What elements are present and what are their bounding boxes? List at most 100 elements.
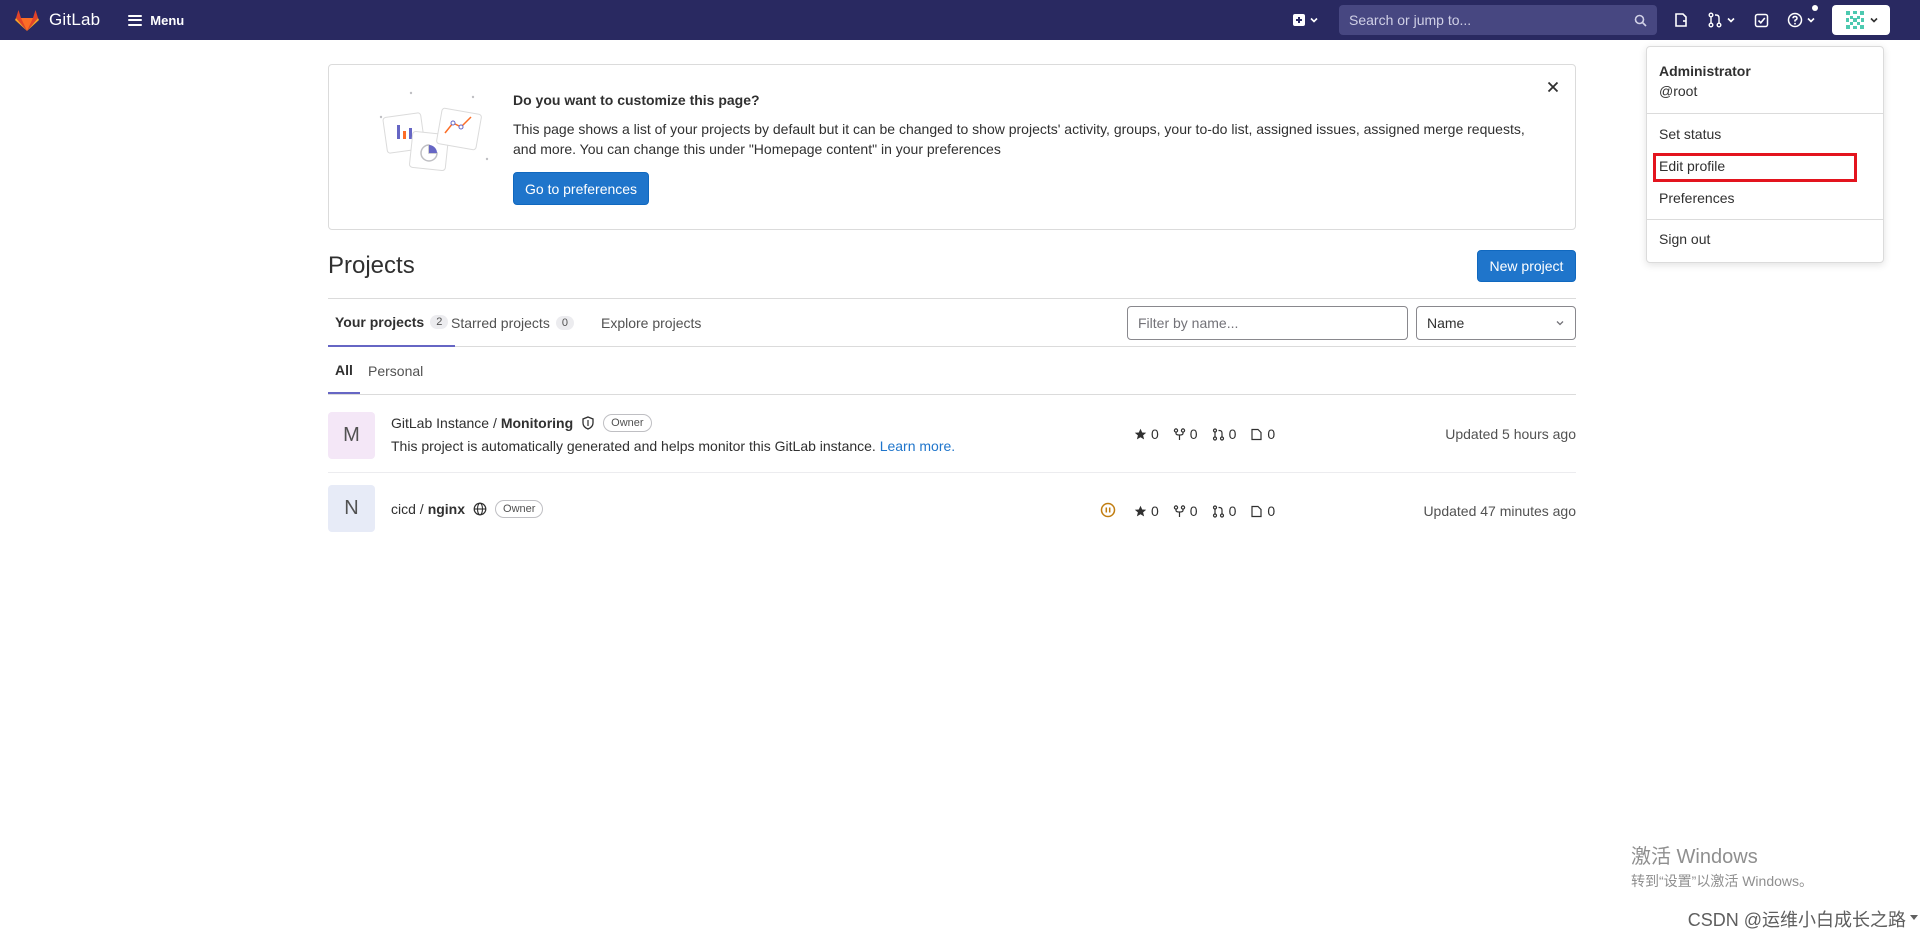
- project-title: GitLab Instance / Monitoring Owner: [391, 412, 652, 434]
- preferences-item[interactable]: Preferences: [1659, 190, 1734, 206]
- user-username: @root: [1659, 83, 1698, 99]
- project-name[interactable]: Monitoring: [501, 415, 573, 431]
- close-icon[interactable]: [1545, 79, 1561, 95]
- forks-count: 0: [1189, 503, 1198, 519]
- todos-button[interactable]: [1750, 6, 1773, 34]
- top-navbar: GitLab Menu: [0, 0, 1920, 40]
- forks-stat[interactable]: 0: [1173, 503, 1198, 519]
- project-title: cicd / nginx Owner: [391, 498, 544, 520]
- user-display-name[interactable]: Administrator: [1659, 63, 1751, 79]
- fork-icon: [1173, 504, 1185, 517]
- count-badge: 0: [555, 316, 574, 330]
- merge-requests-stat[interactable]: 0: [1212, 426, 1236, 442]
- divider: [1647, 113, 1883, 114]
- customize-illustration-icon: [379, 91, 489, 171]
- shield-icon: [581, 416, 595, 430]
- chevron-down-icon: [1807, 17, 1815, 23]
- todo-check-icon: [1754, 13, 1769, 27]
- activate-subtitle: 转到“设置”以激活 Windows。: [1631, 873, 1814, 889]
- user-menu-button[interactable]: [1832, 5, 1890, 35]
- search-input[interactable]: [1349, 12, 1609, 28]
- tab-explore-projects[interactable]: Explore projects: [601, 299, 701, 347]
- tab-label: Your projects: [335, 314, 425, 330]
- brand-name: GitLab: [49, 10, 101, 29]
- windows-activation-watermark: 激活 Windows 转到“设置”以激活 Windows。: [1631, 840, 1813, 891]
- new-project-button[interactable]: New project: [1477, 250, 1576, 282]
- chevron-down-icon: [1310, 17, 1318, 23]
- owner-badge: Owner: [495, 500, 544, 518]
- updated-time: Updated 5 hours ago: [1445, 426, 1576, 442]
- sort-value: Name: [1427, 315, 1465, 331]
- merge-requests-dropdown[interactable]: [1703, 6, 1740, 34]
- menu-button[interactable]: Menu: [124, 6, 188, 34]
- go-to-preferences-button[interactable]: Go to preferences: [513, 172, 650, 205]
- filter-by-name-input[interactable]: [1127, 306, 1408, 340]
- highlight-box: [1653, 153, 1857, 182]
- gitlab-home-link[interactable]: GitLab: [14, 0, 100, 40]
- issues-icon: [1675, 13, 1687, 27]
- stars-count: 0: [1151, 503, 1159, 519]
- issues-button[interactable]: [1669, 6, 1693, 34]
- chevron-down-icon: [1869, 17, 1878, 23]
- new-item-dropdown[interactable]: [1288, 6, 1323, 34]
- merge-request-icon: [1212, 427, 1224, 441]
- plus-square-icon: [1293, 14, 1305, 26]
- stars-stat[interactable]: 0: [1134, 426, 1159, 442]
- star-icon: [1134, 428, 1147, 439]
- sort-dropdown[interactable]: Name: [1416, 306, 1576, 340]
- issues-stat[interactable]: 0: [1250, 503, 1275, 519]
- project-avatar[interactable]: M: [328, 412, 375, 459]
- project-avatar[interactable]: N: [328, 485, 375, 532]
- user-dropdown-menu: Administrator @root Set status Edit prof…: [1646, 46, 1884, 263]
- project-description: This project is automatically generated …: [391, 438, 955, 454]
- divider: [1647, 219, 1883, 220]
- tab-label: Explore projects: [601, 315, 702, 331]
- issues-count: 0: [1267, 426, 1276, 442]
- learn-more-link[interactable]: Learn more.: [880, 438, 955, 454]
- forks-stat[interactable]: 0: [1173, 426, 1198, 442]
- gitlab-logo-icon: [15, 10, 39, 31]
- project-row: M GitLab Instance / Monitoring Owner Thi…: [328, 396, 1576, 473]
- csdn-watermark: CSDN @运维小白成长之路: [1687, 910, 1906, 930]
- project-row: N cicd / nginx Owner 0 0 0 0 Updated 47 …: [328, 473, 1576, 539]
- projects-tabs: Your projects 2 Starred projects 0 Explo…: [328, 298, 1576, 347]
- forks-count: 0: [1189, 426, 1198, 442]
- stars-stat[interactable]: 0: [1134, 503, 1159, 519]
- project-namespace[interactable]: cicd /: [391, 501, 424, 517]
- globe-icon: [473, 502, 487, 516]
- search-box[interactable]: [1339, 5, 1657, 35]
- issues-icon: [1251, 428, 1262, 440]
- merge-request-icon: [1212, 504, 1224, 518]
- merge-requests-count: 0: [1228, 503, 1237, 519]
- subtab-all[interactable]: All: [328, 347, 360, 394]
- help-dropdown[interactable]: [1783, 5, 1820, 34]
- updated-time: Updated 47 minutes ago: [1423, 503, 1576, 519]
- avatar: [1843, 9, 1866, 31]
- pipeline-paused-icon[interactable]: [1100, 502, 1116, 518]
- project-stats: 0 0 0 0: [1134, 426, 1289, 442]
- merge-request-icon: [1708, 12, 1722, 28]
- customize-homepage-banner: Do you want to customize this page? This…: [328, 64, 1576, 230]
- project-namespace[interactable]: GitLab Instance /: [391, 415, 497, 431]
- star-icon: [1134, 505, 1147, 516]
- project-name[interactable]: nginx: [428, 501, 465, 517]
- subtab-personal[interactable]: Personal: [368, 347, 423, 394]
- help-icon: [1787, 12, 1803, 28]
- set-status-item[interactable]: Set status: [1659, 126, 1721, 142]
- tab-your-projects[interactable]: Your projects 2: [328, 299, 456, 347]
- owner-badge: Owner: [603, 414, 652, 432]
- banner-text: This page shows a list of your projects …: [513, 121, 1525, 157]
- issues-stat[interactable]: 0: [1250, 426, 1275, 442]
- sign-out-item[interactable]: Sign out: [1659, 231, 1710, 247]
- activate-title: 激活 Windows: [1631, 846, 1758, 868]
- merge-requests-stat[interactable]: 0: [1212, 503, 1237, 519]
- banner-title: Do you want to customize this page?: [513, 92, 760, 108]
- chevron-down-icon: [1556, 321, 1564, 326]
- issues-count: 0: [1267, 503, 1276, 519]
- projects-subtabs: All Personal: [328, 347, 1576, 395]
- issues-icon: [1251, 505, 1262, 517]
- notification-dot: [1812, 5, 1818, 11]
- tab-starred-projects[interactable]: Starred projects 0: [451, 299, 574, 347]
- scroll-down-icon[interactable]: [1909, 912, 1919, 922]
- chevron-down-icon: [1727, 17, 1735, 23]
